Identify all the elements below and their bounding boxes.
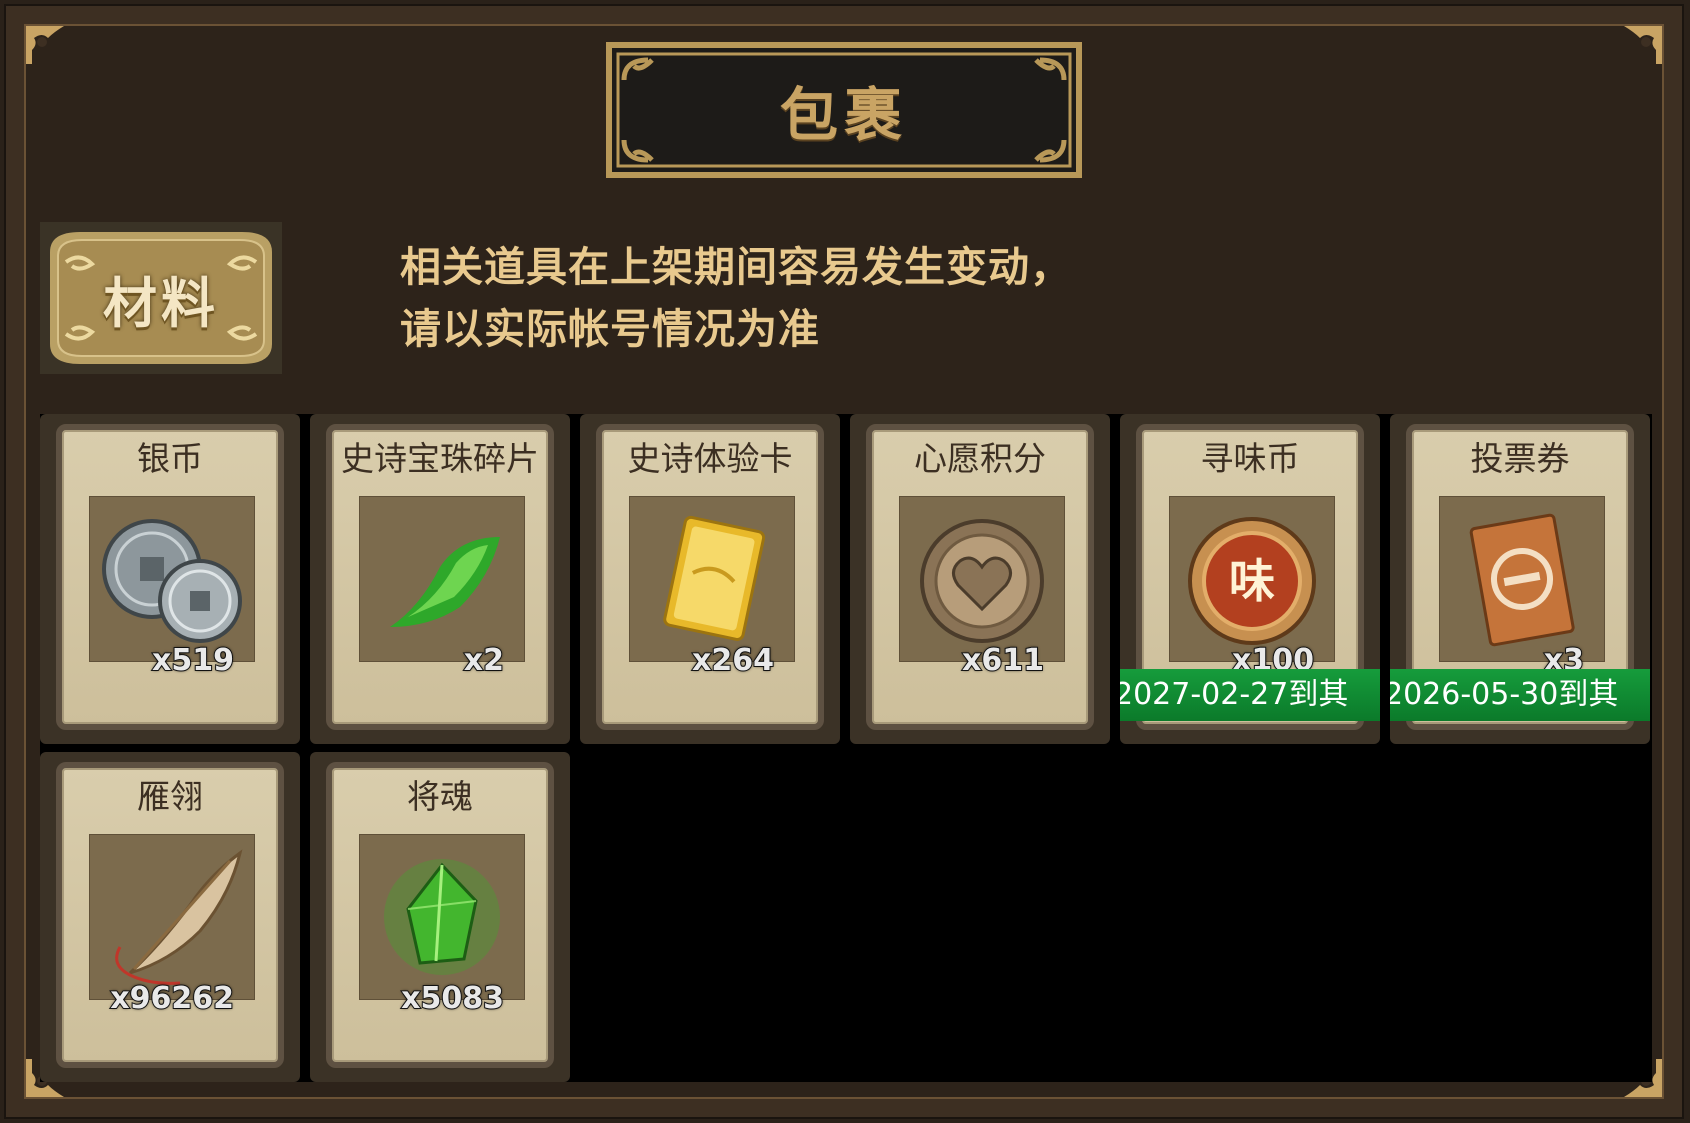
- item-count: x611: [961, 642, 1045, 679]
- item-count: x2: [463, 642, 505, 679]
- notice-text: 相关道具在上架期间容易发生变动， 请以实际帐号情况为准: [400, 236, 1300, 360]
- expiry-banner: 2026-05-30到其: [1390, 669, 1650, 721]
- item-name: 将魂: [407, 777, 473, 816]
- item-name: 史诗体验卡: [627, 439, 793, 478]
- item-slot[interactable]: 史诗体验卡 x264: [580, 414, 840, 744]
- item-count: x519: [151, 642, 235, 679]
- notice-line-2: 请以实际帐号情况为准: [400, 305, 820, 353]
- item-count: x5083: [400, 980, 505, 1017]
- silver-coin-icon: [89, 496, 255, 662]
- item-name: 心愿积分: [914, 439, 1046, 478]
- flavor-coin-icon: 味: [1169, 496, 1335, 662]
- item-name: 史诗宝珠碎片: [341, 439, 539, 478]
- gold-card-icon: [629, 496, 795, 662]
- page-title: 包裹: [779, 81, 908, 149]
- item-count: x96262: [109, 980, 235, 1017]
- item-slot[interactable]: 寻味币 味 x100 2027-02-27到其: [1120, 414, 1380, 744]
- heart-coin-icon: [899, 496, 1065, 662]
- vote-ticket-icon: [1439, 496, 1605, 662]
- corner-ornament-icon: [1610, 24, 1664, 78]
- svg-text:味: 味: [1229, 554, 1275, 608]
- item-count: x264: [691, 642, 775, 679]
- item-slot[interactable]: 银币 x519: [40, 414, 300, 744]
- item-name: 投票券: [1470, 439, 1570, 478]
- notice-line-1: 相关道具在上架期间容易发生变动，: [400, 243, 1072, 291]
- tab-materials[interactable]: 材料: [40, 222, 282, 374]
- item-slot[interactable]: 投票券 x3 2026-05-30到其: [1390, 414, 1650, 744]
- item-name: 银币: [137, 439, 203, 478]
- item-name: 寻味币: [1200, 439, 1300, 478]
- green-shard-icon: [359, 496, 525, 662]
- item-slot[interactable]: 心愿积分 x611: [850, 414, 1110, 744]
- title-plaque: 包裹: [604, 40, 1084, 180]
- item-name: 雁翎: [137, 777, 203, 816]
- feather-icon: [89, 834, 255, 1000]
- corner-ornament-icon: [24, 24, 78, 78]
- tab-materials-label: 材料: [103, 271, 219, 335]
- item-slot[interactable]: 史诗宝珠碎片 x2: [310, 414, 570, 744]
- green-crystal-icon: [359, 834, 525, 1000]
- item-slot[interactable]: 将魂 x5083: [310, 752, 570, 1082]
- item-slot[interactable]: 雁翎 x96262: [40, 752, 300, 1082]
- expiry-banner: 2027-02-27到其: [1120, 669, 1380, 721]
